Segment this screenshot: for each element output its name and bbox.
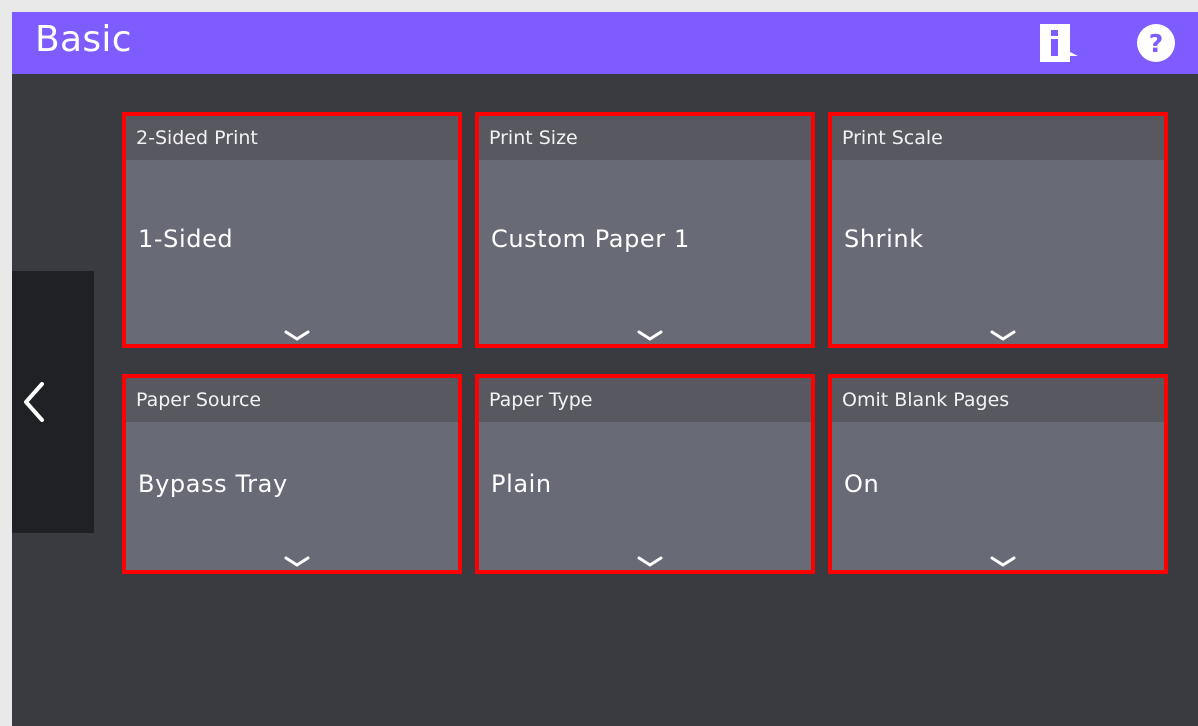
setting-tile-paper-source[interactable]: Paper Source Bypass Tray — [122, 374, 462, 574]
help-button[interactable]: ? — [1134, 21, 1178, 65]
tile-value: Plain — [491, 470, 552, 498]
tile-label: Paper Type — [489, 389, 593, 411]
info-button[interactable] — [1038, 22, 1084, 64]
tile-header: Paper Type — [479, 378, 811, 422]
tile-value: 1-Sided — [138, 225, 234, 253]
tile-value: Custom Paper 1 — [491, 225, 690, 253]
tile-header: 2-Sided Print — [126, 116, 458, 160]
chevron-left-icon — [24, 382, 44, 422]
setting-tile-paper-type[interactable]: Paper Type Plain — [475, 374, 815, 574]
tile-label: Paper Source — [136, 389, 262, 411]
chevron-down-icon — [637, 556, 663, 567]
back-button[interactable] — [12, 271, 94, 533]
tile-label: Print Size — [489, 127, 578, 149]
tile-header: Omit Blank Pages — [832, 378, 1164, 422]
help-icon: ? — [1137, 24, 1175, 62]
svg-text:?: ? — [1149, 29, 1164, 58]
tile-label: Print Scale — [842, 127, 943, 149]
setting-tile-omit-blank-pages[interactable]: Omit Blank Pages On — [828, 374, 1168, 574]
setting-tile-print-size[interactable]: Print Size Custom Paper 1 — [475, 112, 815, 348]
tile-label: Omit Blank Pages — [842, 389, 1010, 411]
page-title: Basic — [35, 19, 132, 60]
info-icon — [1040, 24, 1078, 62]
tile-value: On — [844, 470, 880, 498]
chevron-down-icon — [284, 556, 310, 567]
print-settings-screen: Basic ? 2-Sided Print 1-Sided Print Size… — [12, 12, 1198, 726]
header-bar: Basic ? — [12, 12, 1198, 74]
tile-value: Shrink — [844, 225, 924, 253]
tile-value: Bypass Tray — [138, 470, 288, 498]
chevron-down-icon — [990, 556, 1016, 567]
tile-label: 2-Sided Print — [136, 127, 258, 149]
chevron-down-icon — [990, 330, 1016, 341]
chevron-down-icon — [637, 330, 663, 341]
tile-header: Print Scale — [832, 116, 1164, 160]
tile-header: Paper Source — [126, 378, 458, 422]
chevron-down-icon — [284, 330, 310, 341]
setting-tile-2-sided-print[interactable]: 2-Sided Print 1-Sided — [122, 112, 462, 348]
tile-header: Print Size — [479, 116, 811, 160]
setting-tile-print-scale[interactable]: Print Scale Shrink — [828, 112, 1168, 348]
